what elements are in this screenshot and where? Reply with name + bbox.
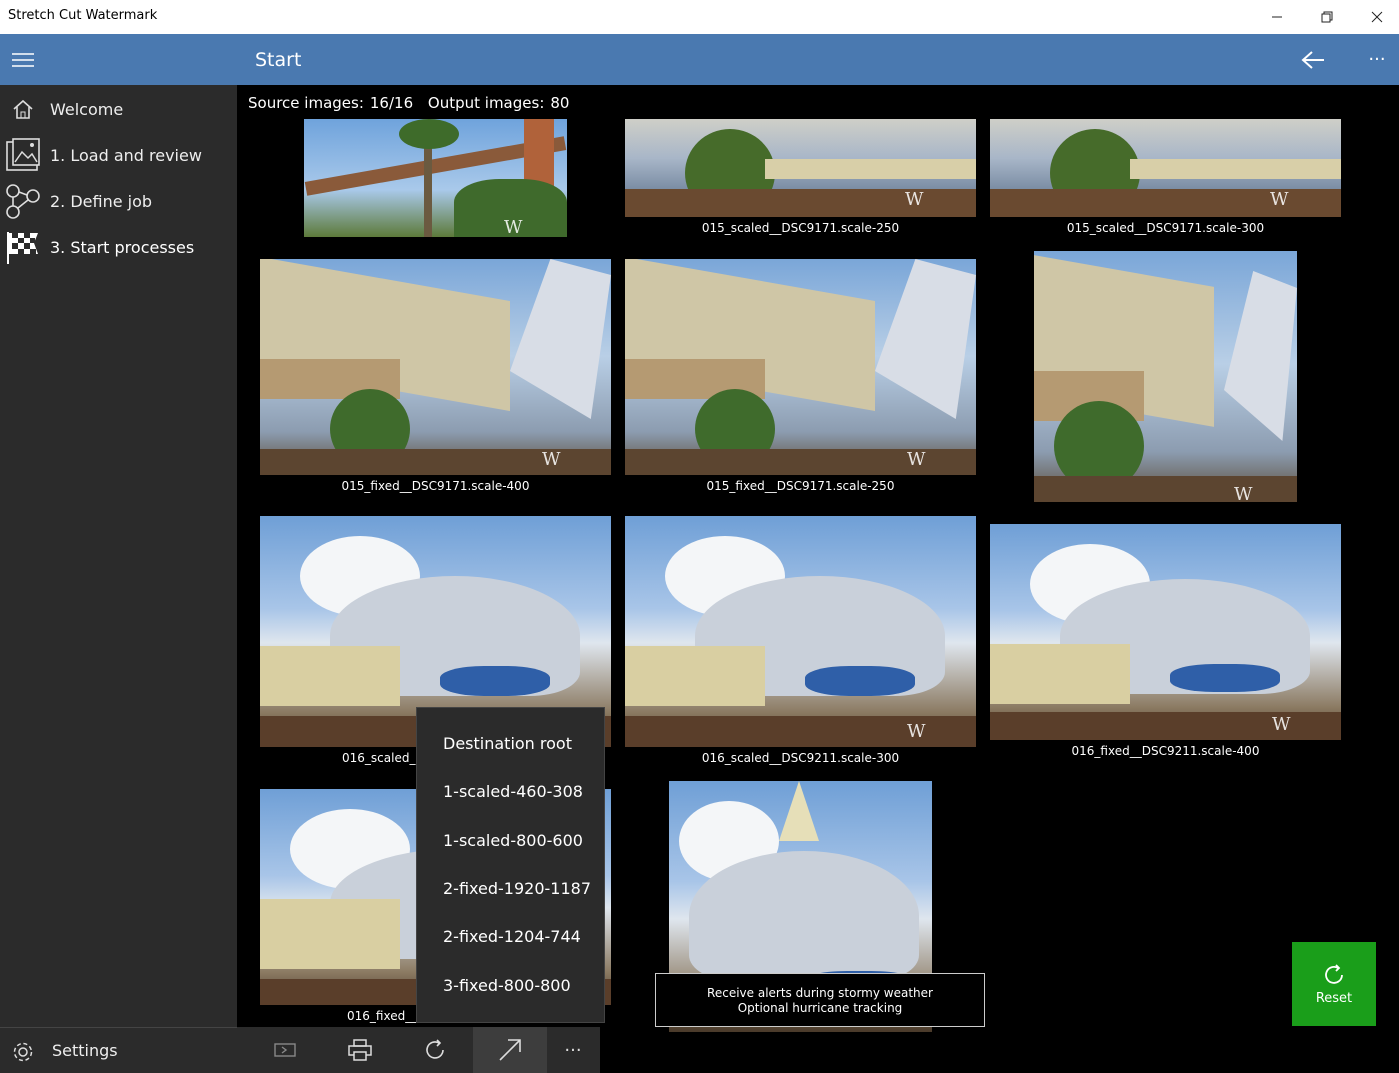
nav-item-welcome[interactable]: Welcome (0, 86, 237, 132)
print-button[interactable] (323, 1027, 397, 1073)
reset-button[interactable]: Reset (1292, 942, 1376, 1026)
thumbnail-caption: 015_scaled__DSC9171.scale-250 (701, 221, 900, 235)
thumbnail-caption: 015_fixed__DSC9171.scale-400 (341, 479, 530, 493)
watermark-text: W (907, 721, 926, 742)
nav-item-load-and-review[interactable]: 1. Load and review (0, 132, 237, 178)
gear-icon (13, 1042, 33, 1062)
slideshow-icon (274, 1043, 296, 1057)
back-arrow-icon (1301, 50, 1324, 69)
thumbnail-caption: 016_fixed__ (347, 1009, 418, 1023)
back-button[interactable] (1289, 34, 1337, 85)
close-button[interactable] (1352, 0, 1399, 34)
hamburger-menu-button[interactable] (0, 34, 45, 85)
menu-item-destination-root[interactable]: Destination root (443, 734, 572, 753)
restore-button[interactable] (1302, 0, 1352, 34)
watermark-text: W (907, 449, 926, 470)
checkered-flag-icon (7, 232, 38, 264)
window-titlebar: Stretch Cut Watermark (0, 0, 1399, 34)
command-bar: ··· (237, 1027, 600, 1073)
thumbnail-image[interactable]: W (304, 119, 567, 237)
watermark-text: W (1272, 714, 1291, 735)
thumbnail-image[interactable]: W (990, 119, 1341, 217)
ellipsis-icon: ··· (1368, 49, 1386, 70)
hamburger-icon (11, 52, 34, 67)
menu-item[interactable]: 3-fixed-800-800 (443, 976, 571, 995)
thumbnail-caption: 016_fixed__DSC9211.scale-400 (1071, 744, 1260, 758)
refresh-icon (426, 1039, 444, 1059)
navigation-pane: Welcome 1. Load and review 2. Define job… (0, 85, 237, 1073)
image-counts: Source images: 16/16 Output images: 80 (248, 94, 575, 112)
thumbnail-image[interactable]: W (260, 259, 611, 475)
nav-item-start-processes[interactable]: 3. Start processes (0, 224, 237, 270)
refresh-icon (1325, 963, 1343, 984)
window-title: Stretch Cut Watermark (8, 8, 158, 23)
watermark-text: W (504, 217, 523, 237)
nodes-icon (6, 184, 40, 219)
ellipsis-icon: ··· (564, 1039, 582, 1061)
thumbnail-caption: 016_scaled_ (342, 751, 416, 765)
nav-item-label: Welcome (50, 99, 124, 119)
tooltip-line: Optional hurricane tracking (737, 1001, 903, 1015)
menu-item[interactable]: 2-fixed-1920-1187 (443, 879, 591, 898)
thumbnail-image[interactable]: W (625, 119, 976, 217)
tooltip-line: Receive alerts during stormy weather (707, 986, 933, 1000)
close-icon (1371, 11, 1383, 23)
page-title: Start (255, 49, 302, 71)
minimize-button[interactable] (1252, 0, 1302, 34)
more-options-button[interactable]: ··· (1353, 34, 1399, 85)
nav-item-label: 2. Define job (50, 191, 153, 211)
thumbnail-caption: 015_scaled__DSC9171.scale-300 (1066, 221, 1265, 235)
settings-button[interactable]: Settings (0, 1027, 237, 1073)
nav-item-label: 1. Load and review (50, 145, 202, 165)
source-images-label: Source images: (248, 94, 364, 112)
restore-icon (1321, 11, 1333, 23)
nav-item-label: 3. Start processes (50, 237, 195, 257)
thumbnail-caption: 016_scaled__DSC9211.scale-300 (701, 751, 900, 765)
thumbnail-image[interactable]: W (625, 516, 976, 747)
reset-label: Reset (1315, 990, 1353, 1006)
minimize-icon (1272, 16, 1282, 18)
home-icon (13, 99, 33, 119)
menu-item[interactable]: 2-fixed-1204-744 (443, 927, 581, 946)
tooltip: Receive alerts during stormy weather Opt… (655, 973, 985, 1027)
settings-label: Settings (52, 1041, 118, 1060)
thumbnail-image[interactable]: W (625, 259, 976, 475)
watermark-text: W (1234, 484, 1253, 502)
more-commands-button[interactable]: ··· (536, 1027, 610, 1073)
watermark-text: W (905, 189, 924, 210)
arrow-up-right-icon (499, 1039, 521, 1061)
slideshow-button[interactable] (248, 1027, 322, 1073)
print-icon (348, 1039, 372, 1061)
destination-menu: Destination root 1-scaled-460-308 1-scal… (416, 707, 605, 1023)
nav-item-define-job[interactable]: 2. Define job (0, 178, 237, 224)
menu-item[interactable]: 1-scaled-800-600 (443, 831, 583, 850)
watermark-text: W (1270, 189, 1289, 210)
menu-item[interactable]: 1-scaled-460-308 (443, 782, 583, 801)
app-header: Start ··· (0, 34, 1399, 85)
output-images-label: Output images: (427, 94, 545, 112)
thumbnail-caption: 015_fixed__DSC9171.scale-250 (706, 479, 895, 493)
thumbnail-image[interactable]: W (1034, 251, 1297, 502)
thumbnail-image[interactable]: W (990, 524, 1341, 740)
refresh-button[interactable] (398, 1027, 472, 1073)
output-images-value: 80 (550, 94, 570, 112)
watermark-text: W (542, 449, 561, 470)
source-images-value: 16/16 (369, 94, 414, 112)
images-icon (6, 138, 40, 171)
